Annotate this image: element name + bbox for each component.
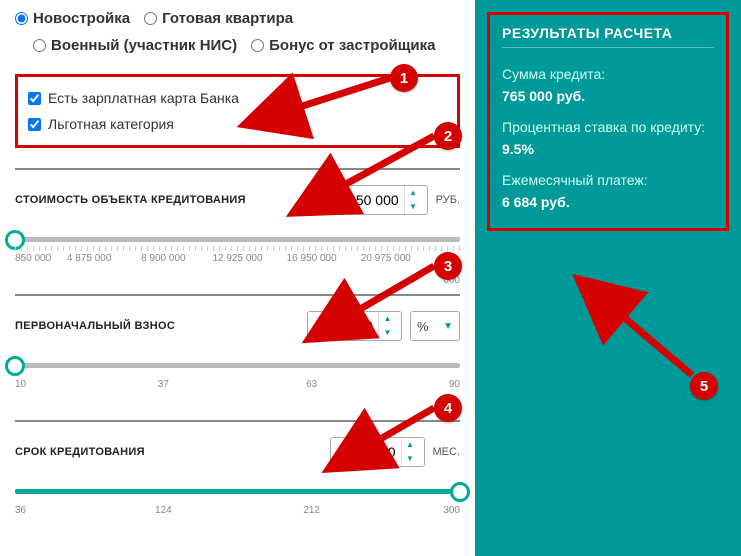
radio-developer-bonus-label: Бонус от застройщика (269, 37, 435, 54)
annotation-badge-1: 1 (390, 64, 418, 92)
annotation-badge-3: 3 (434, 252, 462, 280)
object-cost-row: СТОИМОСТЬ ОБЪЕКТА КРЕДИТОВАНИЯ ▲ ▼ РУБ. (15, 185, 460, 215)
annotation-badge-5: 5 (690, 372, 718, 400)
chevron-up-icon[interactable]: ▲ (379, 312, 396, 326)
object-cost-label: СТОИМОСТЬ ОБЪЕКТА КРЕДИТОВАНИЯ (15, 194, 246, 206)
term-spinner[interactable]: ▲ ▼ (401, 438, 419, 466)
down-payment-unit-value: % (417, 319, 429, 334)
down-payment-ticks: 10 37 63 90 (15, 374, 460, 392)
results-divider (502, 47, 714, 48)
tick-label: 20 975 000 (361, 253, 411, 264)
term-input-wrap[interactable]: ▲ ▼ (330, 437, 425, 467)
term-row: СРОК КРЕДИТОВАНИЯ ▲ ▼ МЕС. (15, 437, 460, 467)
down-payment-input[interactable] (308, 312, 378, 340)
radio-developer-bonus[interactable]: Бонус от застройщика (251, 37, 435, 54)
chevron-up-icon[interactable]: ▲ (402, 438, 419, 452)
down-payment-row: ПЕРВОНАЧАЛЬНЫЙ ВЗНОС ▲ ▼ % ▼ (15, 311, 460, 341)
term-label: СРОК КРЕДИТОВАНИЯ (15, 446, 145, 458)
tick-label: 12 925 000 (212, 253, 262, 264)
down-payment-input-wrap[interactable]: ▲ ▼ (307, 311, 402, 341)
object-cost-slider[interactable]: 850 000 4 875 000 8 900 000 12 925 000 16 95… (15, 237, 460, 266)
monthly-label: Ежемесячный платеж: (502, 172, 714, 188)
slider-thumb[interactable] (5, 356, 25, 376)
annotation-badge-2: 2 (434, 122, 462, 150)
term-unit: МЕС. (433, 446, 461, 458)
down-payment-slider[interactable]: 10 37 63 90 (15, 363, 460, 392)
tick-label: 36 (15, 505, 26, 516)
apartment-type-row-1: Новостройка Готовая квартира (15, 10, 460, 27)
radio-military-label: Военный (участник НИС) (51, 37, 237, 54)
tick-label: 8 900 000 (141, 253, 186, 264)
chevron-down-icon[interactable]: ▼ (405, 200, 422, 214)
radio-new-building-label: Новостройка (33, 10, 130, 27)
rate-label: Процентная ставка по кредиту: (502, 119, 714, 135)
divider (15, 294, 460, 296)
object-cost-input-wrap[interactable]: ▲ ▼ (333, 185, 428, 215)
checkbox-preferential[interactable]: Льготная категория (28, 111, 447, 137)
tick-label: 37 (158, 379, 169, 390)
radio-developer-bonus-input[interactable] (251, 39, 264, 52)
tick-label: 10 (15, 379, 26, 390)
radio-military-input[interactable] (33, 39, 46, 52)
loan-amount-label: Сумма кредита: (502, 66, 714, 82)
term-input[interactable] (331, 438, 401, 466)
results-title: РЕЗУЛЬТАТЫ РАСЧЕТА (502, 25, 714, 41)
radio-military[interactable]: Военный (участник НИС) (33, 37, 237, 54)
loan-amount-value: 765 000 руб. (502, 88, 714, 104)
rate-value: 9.5% (502, 141, 714, 157)
tick-label: 212 (303, 505, 320, 516)
slider-thumb[interactable] (450, 482, 470, 502)
term-ticks: 36 124 212 300 (15, 500, 460, 518)
object-cost-unit: РУБ. (436, 194, 460, 206)
term-slider[interactable]: 36 124 212 300 (15, 489, 460, 518)
object-cost-ticks: 850 000 4 875 000 8 900 000 12 925 000 16 95… (15, 248, 460, 266)
monthly-value: 6 684 руб. (502, 194, 714, 210)
checkbox-salary-card[interactable]: Есть зарплатная карта Банка (28, 85, 447, 111)
down-payment-label: ПЕРВОНАЧАЛЬНЫЙ ВЗНОС (15, 320, 175, 332)
checkbox-salary-card-input[interactable] (28, 92, 41, 105)
apartment-type-row-2: Военный (участник НИС) Бонус от застройщ… (15, 37, 460, 54)
tick-label: 850 000 (15, 253, 51, 264)
tick-label: 63 (306, 379, 317, 390)
down-payment-unit-select[interactable]: % ▼ (410, 311, 460, 341)
divider (15, 420, 460, 422)
checkbox-preferential-label: Льготная категория (48, 116, 174, 132)
chevron-down-icon[interactable]: ▼ (379, 326, 396, 340)
checkbox-salary-card-label: Есть зарплатная карта Банка (48, 90, 239, 106)
checkbox-preferential-input[interactable] (28, 118, 41, 131)
radio-new-building-input[interactable] (15, 12, 28, 25)
caret-down-icon: ▼ (443, 321, 453, 332)
radio-ready-apartment-input[interactable] (144, 12, 157, 25)
chevron-up-icon[interactable]: ▲ (405, 186, 422, 200)
radio-ready-apartment[interactable]: Готовая квартира (144, 10, 293, 27)
tick-label: 16 950 000 (287, 253, 337, 264)
results-highlight-box: РЕЗУЛЬТАТЫ РАСЧЕТА Сумма кредита: 765 00… (487, 12, 729, 231)
radio-new-building[interactable]: Новостройка (15, 10, 130, 27)
tick-label: 90 (449, 379, 460, 390)
tick-label: 124 (155, 505, 172, 516)
radio-ready-apartment-label: Готовая квартира (162, 10, 293, 27)
tick-label: 4 875 000 (67, 253, 112, 264)
chevron-down-icon[interactable]: ▼ (402, 452, 419, 466)
down-payment-spinner[interactable]: ▲ ▼ (378, 312, 396, 340)
divider (15, 168, 460, 170)
results-panel: РЕЗУЛЬТАТЫ РАСЧЕТА Сумма кредита: 765 00… (475, 0, 741, 556)
tick-label: 300 (443, 505, 460, 516)
annotation-badge-4: 4 (434, 394, 462, 422)
object-cost-input[interactable] (334, 186, 404, 214)
object-cost-spinner[interactable]: ▲ ▼ (404, 186, 422, 214)
